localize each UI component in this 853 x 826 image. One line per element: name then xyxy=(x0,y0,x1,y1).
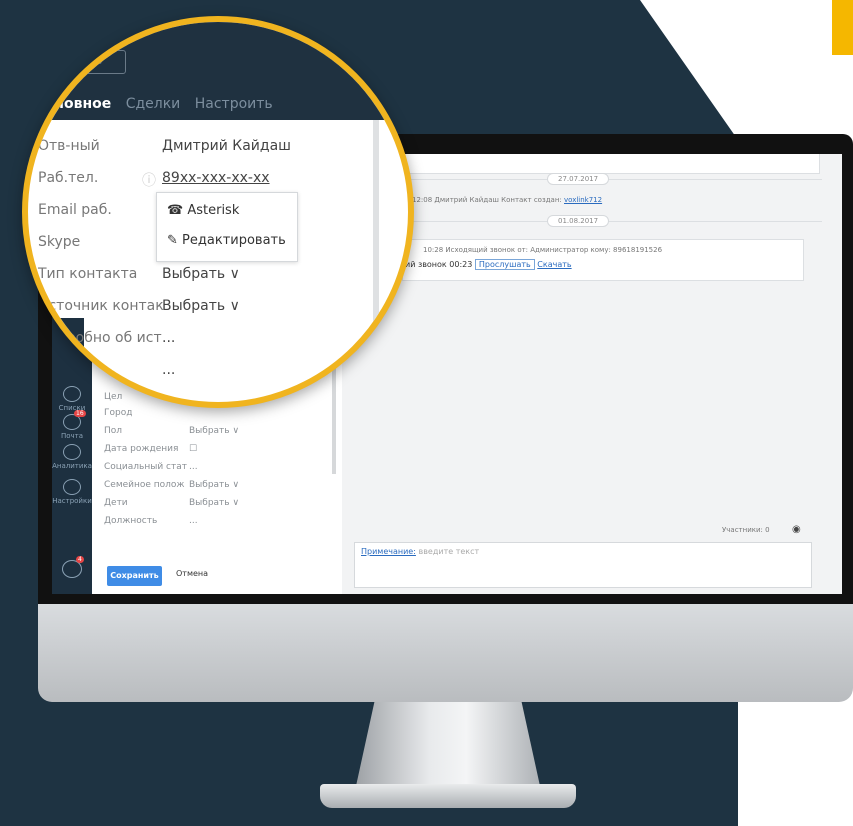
date-pill: 01.08.2017 xyxy=(547,215,610,227)
form-row: Пол Выбрать ∨ xyxy=(104,426,240,436)
field-source-detail: Подробно об ист... xyxy=(38,330,176,346)
participants-count: Участники: 0 xyxy=(722,526,770,534)
chart-icon xyxy=(63,444,81,460)
date-pill: 27.07.2017 xyxy=(547,173,610,185)
cancel-button[interactable]: Отмена xyxy=(176,569,208,578)
nav-item-settings[interactable]: Настройки xyxy=(52,479,92,505)
listen-button[interactable]: Прослушать xyxy=(474,259,535,270)
form-row: Дети Выбрать ∨ xyxy=(104,498,240,508)
field-contact-type: Тип контакта Выбрать ∨ xyxy=(38,266,240,282)
monitor-stand xyxy=(356,702,540,786)
feed-card-top xyxy=(398,154,820,174)
field-email: Email раб. xyxy=(38,202,112,218)
nav-item-mail[interactable]: Почта 16 xyxy=(52,410,92,440)
save-button[interactable]: Сохранить xyxy=(107,566,162,586)
popup-asterisk[interactable]: ☎ Asterisk xyxy=(167,203,239,218)
form-row: Должность... xyxy=(104,516,198,526)
note-placeholder: введите текст xyxy=(418,547,480,556)
phone-popup: ☎ Asterisk ✎ Редактировать xyxy=(156,192,298,262)
field-work-phone: Раб.тел. ⓘ 89xx-xxx-xx-xx xyxy=(38,170,270,189)
lens-tabs: сновное Сделки Настроить xyxy=(46,96,283,112)
monitor-chin xyxy=(38,604,853,702)
field-new-column: вая колонка... xyxy=(50,362,176,378)
form-row: Семейное полож Выбрать ∨ xyxy=(104,480,240,490)
call-summary: ий звонок 00:23 Прослушать Скачать xyxy=(405,259,572,270)
nav-label: Аналитика xyxy=(52,462,92,470)
field-source: Источник контак Выбрать ∨ xyxy=(38,298,240,314)
call-meta: 10:28 Исходящий звонок от: Администратор… xyxy=(423,246,663,254)
divider xyxy=(402,179,822,180)
nav-label: Настройки xyxy=(52,497,92,505)
field-responsible: Отв-ный Дмитрий Кайдаш xyxy=(38,138,291,154)
call-card: 10:28 Исходящий звонок от: Администратор… xyxy=(402,239,804,281)
popup-edit[interactable]: ✎ Редактировать xyxy=(167,233,286,248)
phone-icon: ☎ xyxy=(167,203,184,218)
lens-divider xyxy=(373,120,379,402)
eye-icon[interactable]: ◉ xyxy=(792,524,801,535)
note-input[interactable]: Примечание: введите текст xyxy=(354,542,812,588)
contact-link[interactable]: voxlink712 xyxy=(564,196,602,204)
monitor-base xyxy=(320,784,576,808)
note-text: Примечание: введите текст xyxy=(361,547,479,556)
note-label[interactable]: Примечание: xyxy=(361,547,416,556)
tab-deals[interactable]: Сделки xyxy=(126,96,181,112)
form-row: Город xyxy=(104,408,133,418)
divider xyxy=(402,221,822,222)
field-skype: Skype xyxy=(38,234,81,250)
tab-configure[interactable]: Настроить xyxy=(195,96,273,112)
lens-top-button[interactable]: ВАТЬ xyxy=(52,50,126,74)
tab-main[interactable]: сновное xyxy=(46,96,111,112)
form-row: Социальный стат... xyxy=(104,462,198,472)
info-icon: ⓘ xyxy=(142,173,156,189)
nav-item-analytics[interactable]: Аналитика xyxy=(52,444,92,470)
pencil-icon: ✎ xyxy=(167,233,178,248)
download-link[interactable]: Скачать xyxy=(537,260,571,269)
wrench-icon xyxy=(63,479,81,495)
magnifier: ВАТЬ сновное Сделки Настроить Отв-ный Дми… xyxy=(22,16,414,408)
form-row: Цел xyxy=(104,392,123,402)
yellow-accent-block xyxy=(832,0,853,55)
chat-button[interactable]: 4 xyxy=(52,556,92,580)
mail-badge: 16 xyxy=(74,410,86,417)
activity-feed: 27.07.2017 12:08 Дмитрий Кайдаш Контакт … xyxy=(342,154,842,594)
event-created: 12:08 Дмитрий Кайдаш Контакт создан: vox… xyxy=(412,196,603,204)
nav-label: Почта xyxy=(60,432,84,440)
form-row: Дата рождения ☐ xyxy=(104,444,198,454)
chat-badge: 4 xyxy=(76,556,84,563)
